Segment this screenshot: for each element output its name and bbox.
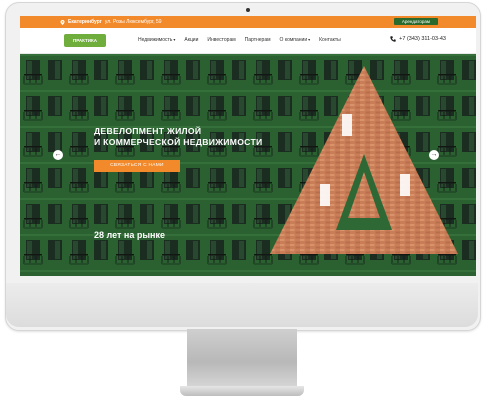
hero-title: ДЕВЕЛОПМЕНТ ЖИЛОЙ И КОММЕРЧЕСКОЙ НЕДВИЖИ…	[94, 126, 294, 148]
camera-dot	[246, 8, 250, 12]
company-logo[interactable]: ПРАКТИКА	[64, 34, 106, 47]
carousel-next-button[interactable]: →	[429, 150, 439, 160]
arrow-left-icon: ←	[54, 151, 62, 158]
hero-title-line-2: И КОММЕРЧЕСКОЙ НЕДВИЖИМОСТИ	[94, 137, 263, 147]
nav-link-contacts[interactable]: Контакты	[319, 37, 341, 43]
address-label: ул. Розы Люксембург, 59	[104, 19, 162, 25]
nav-link-investors[interactable]: Инвесторам	[207, 37, 235, 43]
tenants-button[interactable]: Арендаторам	[393, 18, 438, 25]
map-pin-icon	[60, 19, 65, 25]
monitor-stand-base	[180, 386, 304, 396]
chevron-down-icon: ▾	[173, 37, 176, 42]
monitor-frame: Екатеринбург ул. Розы Люксембург, 59 Аре…	[5, 2, 481, 331]
monitor-stand	[187, 329, 297, 389]
phone-number: +7 (343) 311-03-43	[399, 36, 446, 42]
contact-us-button[interactable]: СВЯЗАТЬСЯ С НАМИ	[94, 160, 180, 172]
nav-link-partners[interactable]: Партнерам	[245, 37, 271, 43]
monitor-screen: Екатеринбург ул. Розы Люксембург, 59 Аре…	[20, 16, 476, 276]
nav-link-about[interactable]: О компании▾	[280, 37, 311, 43]
years-on-market: 28 лет на рынке	[94, 230, 165, 240]
nav-link-realty[interactable]: Недвижимость▾	[138, 37, 175, 43]
phone-block[interactable]: +7 (343) 311-03-43	[390, 36, 446, 42]
monitor-chin	[6, 283, 478, 327]
carousel-prev-button[interactable]: ←	[53, 150, 63, 160]
arrow-right-icon: →	[430, 151, 438, 158]
chevron-down-icon: ▾	[308, 37, 311, 42]
hero-title-line-1: ДЕВЕЛОПМЕНТ ЖИЛОЙ	[94, 126, 202, 136]
hero-background-image	[20, 54, 476, 276]
phone-icon	[390, 36, 396, 42]
nav-links: Недвижимость▾ Акции Инвесторам Партнерам…	[138, 37, 341, 43]
main-navbar: ПРАКТИКА Недвижимость▾ Акции Инвесторам …	[20, 28, 476, 54]
city-label: Екатеринбург	[68, 19, 102, 25]
top-info-bar: Екатеринбург ул. Розы Люксембург, 59 Аре…	[20, 16, 476, 28]
nav-link-promos[interactable]: Акции	[184, 37, 198, 43]
hero-banner: ← → ДЕВЕЛОПМЕНТ ЖИЛОЙ И КОММЕРЧЕСКОЙ НЕД…	[20, 54, 476, 276]
